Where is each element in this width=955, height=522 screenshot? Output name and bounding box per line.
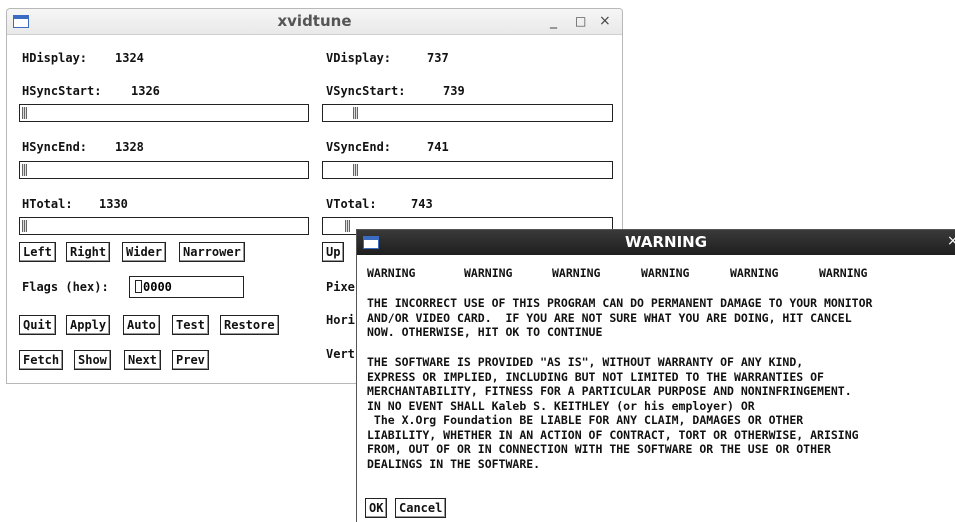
up-button[interactable]: Up xyxy=(322,242,345,262)
narrower-button[interactable]: Narrower xyxy=(179,242,245,262)
minimize-icon[interactable]: _ xyxy=(550,13,557,29)
prev-button[interactable]: Prev xyxy=(172,350,209,370)
htotal-label: HTotal: xyxy=(22,197,73,211)
left-button[interactable]: Left xyxy=(19,242,56,262)
test-button[interactable]: Test xyxy=(172,315,209,335)
restore-button[interactable]: Restore xyxy=(220,315,279,335)
license-line: LIABILITY, WHETHER IN AN ACTION OF CONTR… xyxy=(367,427,859,442)
license-line: IN NO EVENT SHALL Kaleb S. KEITHLEY (or … xyxy=(367,398,755,413)
text-caret xyxy=(135,280,142,293)
flags-input[interactable]: 0000 xyxy=(129,276,244,298)
license-line: FROM, OUT OF OR IN CONNECTION WITH THE S… xyxy=(367,442,831,456)
titlebar[interactable]: xvidtune _ □ × xyxy=(7,9,622,35)
hdisplay-value: 1324 xyxy=(115,51,144,65)
license-line: DEALINGS IN THE SOFTWARE. xyxy=(367,456,541,471)
vsyncend-scrollbar[interactable] xyxy=(322,161,613,179)
warning-word: WARNING xyxy=(819,266,868,280)
scroll-thumb[interactable] xyxy=(345,220,350,232)
warning-line: THE INCORRECT USE OF THIS PROGRAM CAN DO… xyxy=(367,296,873,310)
warning-line: NOW. OTHERWISE, HIT OK TO CONTINUE xyxy=(367,325,603,339)
show-button[interactable]: Show xyxy=(74,350,111,370)
scroll-thumb[interactable] xyxy=(22,220,27,232)
vsyncend-label: VSyncEnd: xyxy=(326,140,392,154)
vertical-sync-label: Vert xyxy=(326,347,355,361)
scroll-thumb[interactable] xyxy=(22,107,27,119)
hsyncstart-value: 1326 xyxy=(131,84,160,98)
pixel-clock-label: Pixe xyxy=(326,280,355,294)
window-title: xvidtune xyxy=(277,12,352,30)
fetch-button[interactable]: Fetch xyxy=(19,350,64,370)
warning-title: WARNING xyxy=(624,233,708,251)
warning-word: WARNING xyxy=(730,266,779,280)
vsyncstart-scrollbar[interactable] xyxy=(322,104,613,122)
vdisplay-value: 737 xyxy=(427,51,449,65)
hdisplay-label: HDisplay: xyxy=(22,51,88,65)
cancel-button[interactable]: Cancel xyxy=(395,498,447,518)
vdisplay-label: VDisplay: xyxy=(326,51,392,65)
htotal-scrollbar[interactable] xyxy=(19,217,309,235)
htotal-value: 1330 xyxy=(99,197,128,211)
warning-titlebar[interactable]: WARNING × xyxy=(357,230,955,255)
scroll-thumb[interactable] xyxy=(22,164,27,176)
hsyncend-scrollbar[interactable] xyxy=(19,161,309,179)
warning-word: WARNING xyxy=(552,266,601,280)
maximize-icon[interactable]: □ xyxy=(575,14,586,28)
right-button[interactable]: Right xyxy=(66,242,111,262)
flags-label: Flags (hex): xyxy=(22,280,109,294)
warning-dialog: WARNING × WARNING WARNING WARNING WARNIN… xyxy=(356,229,955,522)
vsyncstart-label: VSyncStart: xyxy=(326,84,406,98)
close-icon[interactable]: × xyxy=(599,13,611,29)
apply-button[interactable]: Apply xyxy=(66,315,111,335)
auto-button[interactable]: Auto xyxy=(123,315,160,335)
scroll-thumb[interactable] xyxy=(353,107,358,119)
hsyncend-value: 1328 xyxy=(115,140,144,154)
wider-button[interactable]: Wider xyxy=(122,242,167,262)
vtotal-value: 743 xyxy=(411,197,433,211)
warning-word: WARNING xyxy=(464,266,513,280)
license-line: MERCHANTABILITY, FITNESS FOR A PARTICULA… xyxy=(367,384,852,398)
license-line: EXPRESS OR IMPLIED, INCLUDING BUT NOT LI… xyxy=(367,369,824,384)
horizontal-sync-label: Hori xyxy=(326,313,355,327)
next-button[interactable]: Next xyxy=(124,350,161,370)
license-line: THE SOFTWARE IS PROVIDED "AS IS", WITHOU… xyxy=(367,355,804,369)
close-icon[interactable]: × xyxy=(947,233,955,249)
warning-word: WARNING xyxy=(367,266,416,280)
scroll-thumb[interactable] xyxy=(353,164,358,176)
hsyncstart-label: HSyncStart: xyxy=(22,84,102,98)
vsyncend-value: 741 xyxy=(427,140,449,154)
quit-button[interactable]: Quit xyxy=(19,315,56,335)
vtotal-label: VTotal: xyxy=(326,197,377,211)
warning-word: WARNING xyxy=(641,266,690,280)
vsyncstart-value: 739 xyxy=(443,84,465,98)
hsyncstart-scrollbar[interactable] xyxy=(19,104,309,122)
flags-value: 0000 xyxy=(143,280,172,294)
license-line: The X.Org Foundation BE LIABLE FOR ANY C… xyxy=(367,413,804,427)
warning-line: AND/OR VIDEO CARD. IF YOU ARE NOT SURE W… xyxy=(367,310,852,325)
ok-button[interactable]: OK xyxy=(365,498,388,518)
hsyncend-label: HSyncEnd: xyxy=(22,140,88,154)
